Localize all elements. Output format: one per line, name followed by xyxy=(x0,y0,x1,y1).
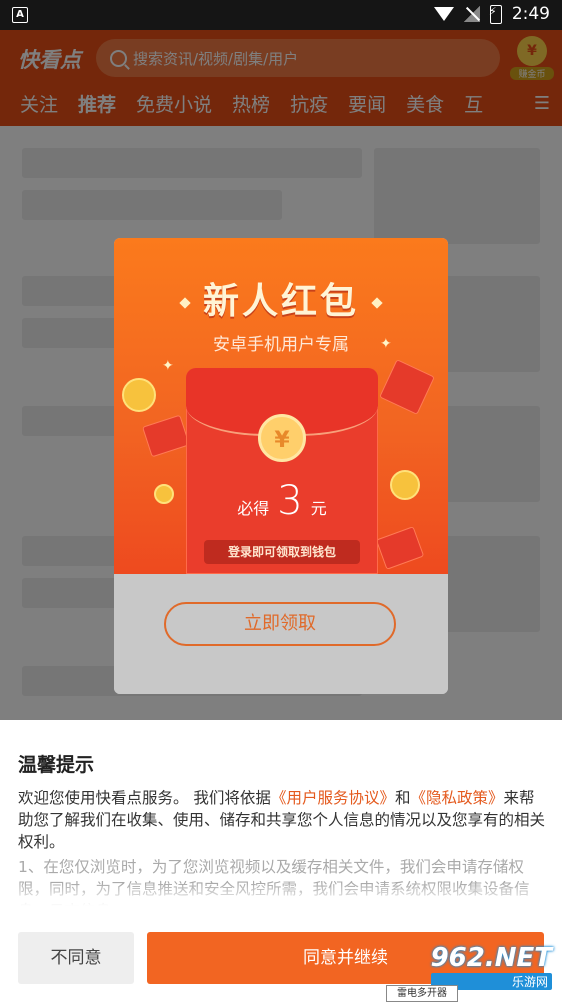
promo-tip: 登录即可领取到钱包 xyxy=(204,540,360,564)
red-packet-icon xyxy=(142,414,190,458)
sparkle-icon: ✦ xyxy=(380,336,392,352)
promo-subtitle: 安卓手机用户专属 xyxy=(213,335,349,355)
status-icons: 2:49 xyxy=(433,4,550,24)
watermark: 962.NET 乐游网 xyxy=(430,943,552,990)
emulator-tag: 雷电多开器 xyxy=(386,985,458,1002)
sheet-title: 温馨提示 xyxy=(18,754,95,776)
coin-icon xyxy=(390,470,420,500)
privacy-policy-link[interactable]: 《隐私政策》 xyxy=(410,789,503,807)
red-packet-icon xyxy=(375,526,425,570)
sheet-clause: 1、在您仅浏览时，为了您浏览视频以及缓存相关文件，我们会申请存储权限，同时，为了… xyxy=(18,858,530,906)
disagree-button[interactable]: 不同意 xyxy=(18,932,134,984)
claim-now-button[interactable]: 立即领取 xyxy=(164,602,396,646)
red-packet-icon xyxy=(379,359,435,415)
sparkle-icon xyxy=(179,297,191,309)
clock: 2:49 xyxy=(511,4,550,24)
promo-title: 新人红包 xyxy=(202,281,359,322)
user-agreement-link[interactable]: 《用户服务协议》 xyxy=(271,789,395,807)
coin-icon xyxy=(154,484,174,504)
wifi-icon xyxy=(433,7,454,21)
watermark-logo: 962.NET xyxy=(430,943,552,973)
sheet-body: 欢迎您使用快看点服务。 我们将依据《用户服务协议》和《隐私政策》来帮助您了解我们… xyxy=(18,789,546,851)
yuan-coin-icon: ¥ xyxy=(258,414,306,462)
coin-icon xyxy=(122,378,156,412)
promo-banner: 新人红包 安卓手机用户专属 ✦ ✦ ✦ ¥ 必得3元 登录即可领取到钱包 xyxy=(114,238,448,574)
red-packet-promo: 新人红包 安卓手机用户专属 ✦ ✦ ✦ ¥ 必得3元 登录即可领取到钱包 立即领… xyxy=(114,238,448,694)
promo-amount: 必得 3 元 xyxy=(237,478,327,524)
amount-value: 3 xyxy=(277,478,303,524)
red-envelope: ¥ 必得 3 元 登录即可领取到钱包 xyxy=(186,368,378,574)
sparkle-icon: ✦ xyxy=(162,358,174,374)
app-badge-icon: A xyxy=(12,7,28,23)
status-bar: A 2:49 xyxy=(0,0,562,30)
battery-icon xyxy=(489,4,502,24)
sparkle-icon xyxy=(371,297,383,309)
signal-icon xyxy=(463,6,480,22)
